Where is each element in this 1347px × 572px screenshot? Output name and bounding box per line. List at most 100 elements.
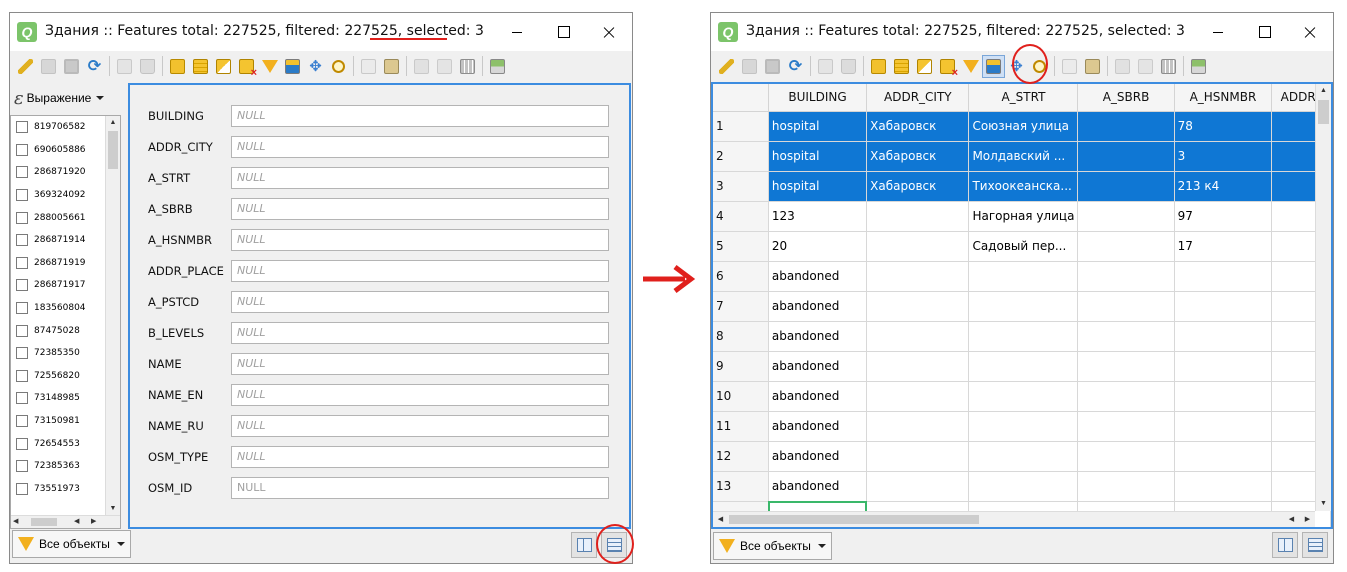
field-input[interactable]: NULL — [231, 384, 609, 406]
show-all-features-button[interactable]: Все объекты — [713, 532, 832, 560]
feature-list-item[interactable]: 72654553 — [11, 432, 120, 455]
table-row[interactable]: 2 hospital Хабаровск Молдавский ... 3 — [713, 141, 1331, 172]
field-input[interactable]: NULL — [231, 291, 609, 313]
table-cell[interactable] — [1174, 441, 1273, 472]
scroll-up-icon[interactable]: ▲ — [1316, 84, 1331, 98]
table-cell[interactable] — [866, 471, 970, 502]
paste-icon[interactable] — [1081, 55, 1104, 78]
row-number[interactable]: 7 — [713, 291, 769, 322]
new-field-icon[interactable] — [410, 55, 433, 78]
attribute-table-grid[interactable]: BUILDING ADDR_CITY A_STRT A_SBRB A_HSNMBR ADD… — [713, 84, 1331, 527]
table-cell[interactable] — [866, 321, 970, 352]
table-cell[interactable]: Хабаровск — [866, 111, 970, 142]
move-selection-top-icon[interactable] — [982, 54, 1005, 78]
field-input[interactable]: NULL — [231, 322, 609, 344]
table-cell[interactable] — [1174, 321, 1273, 352]
table-view-button[interactable] — [1302, 532, 1328, 558]
delete-field-icon[interactable] — [433, 55, 456, 78]
feature-checkbox[interactable] — [16, 234, 28, 247]
table-cell[interactable] — [1174, 291, 1273, 322]
table-cell[interactable] — [968, 441, 1079, 472]
feature-list-item[interactable]: 286871919 — [11, 252, 120, 275]
field-calculator-icon[interactable] — [456, 55, 479, 78]
pencil-icon[interactable] — [14, 55, 37, 78]
deselect-icon[interactable] — [235, 55, 258, 79]
delete-feature-icon[interactable] — [837, 55, 860, 78]
filter-icon[interactable] — [959, 55, 982, 78]
field-input[interactable]: NULL — [231, 477, 609, 499]
scroll-left-icon[interactable]: ◀ — [713, 512, 728, 527]
table-cell[interactable] — [1077, 261, 1175, 292]
vertical-scrollbar[interactable]: ▲ ▼ — [1315, 84, 1331, 511]
show-all-features-button[interactable]: Все объекты — [12, 530, 131, 558]
select-all-icon[interactable] — [890, 55, 913, 78]
table-cell[interactable] — [1077, 171, 1175, 202]
table-cell[interactable] — [866, 381, 970, 412]
feature-checkbox[interactable] — [16, 143, 28, 156]
feature-checkbox[interactable] — [16, 415, 28, 428]
feature-checkbox[interactable] — [16, 256, 28, 269]
feature-list-item[interactable]: 288005661 — [11, 206, 120, 229]
table-cell[interactable]: abandoned — [768, 351, 868, 382]
feature-checkbox[interactable] — [16, 437, 28, 450]
maximize-icon[interactable] — [540, 13, 586, 51]
column-header[interactable]: A_STRT — [968, 84, 1079, 112]
scroll-thumb[interactable] — [108, 131, 118, 169]
table-cell[interactable]: hospital — [768, 111, 868, 142]
feature-list-item[interactable]: 73150981 — [11, 410, 120, 433]
select-by-expression-icon[interactable] — [867, 55, 890, 78]
column-header[interactable]: ADDR_CITY — [866, 84, 970, 112]
table-cell[interactable]: 213 к4 — [1174, 171, 1273, 202]
table-cell[interactable]: hospital — [768, 141, 868, 172]
field-input[interactable]: NULL — [231, 353, 609, 375]
move-selection-top-icon[interactable] — [281, 55, 304, 78]
table-cell[interactable] — [968, 411, 1079, 442]
feature-checkbox[interactable] — [16, 189, 28, 202]
feature-list-item[interactable]: 369324092 — [11, 184, 120, 207]
maximize-icon[interactable] — [1241, 13, 1287, 51]
scroll-thumb[interactable] — [31, 518, 57, 526]
table-cell[interactable]: Тихоокеанска... — [968, 171, 1079, 202]
form-view-button[interactable] — [571, 532, 597, 558]
table-cell[interactable]: Хабаровск — [866, 171, 970, 202]
table-cell[interactable] — [1077, 141, 1175, 172]
table-cell[interactable] — [968, 261, 1079, 292]
delete-feature-icon[interactable] — [136, 55, 159, 78]
column-header[interactable]: BUILDING — [768, 84, 868, 112]
table-cell[interactable]: abandoned — [768, 441, 868, 472]
row-number[interactable]: 12 — [713, 441, 769, 472]
row-header-corner[interactable] — [713, 84, 769, 112]
scroll-left-icon[interactable]: ◀ — [1284, 512, 1299, 527]
scroll-right-icon[interactable]: ▶ — [91, 517, 96, 525]
table-cell[interactable]: hospital — [768, 171, 868, 202]
table-cell[interactable] — [1077, 441, 1175, 472]
table-row[interactable]: 9 abandoned — [713, 351, 1331, 382]
row-number[interactable]: 1 — [713, 111, 769, 142]
row-number[interactable]: 6 — [713, 261, 769, 292]
table-row[interactable]: 8 abandoned — [713, 321, 1331, 352]
feature-list-item[interactable]: 286871917 — [11, 274, 120, 297]
field-input[interactable]: NULL — [231, 167, 609, 189]
minimize-icon[interactable] — [494, 13, 540, 51]
feature-list-item[interactable]: 73148985 — [11, 387, 120, 410]
field-input[interactable]: NULL — [231, 415, 609, 437]
feature-checkbox[interactable] — [16, 166, 28, 179]
field-input[interactable]: NULL — [231, 446, 609, 468]
table-cell[interactable]: 17 — [1174, 231, 1273, 262]
feature-checkbox[interactable] — [16, 324, 28, 337]
table-cell[interactable] — [1077, 411, 1175, 442]
deselect-icon[interactable] — [936, 55, 959, 79]
table-row[interactable]: 4 123 Нагорная улица 97 — [713, 201, 1331, 232]
close-icon[interactable] — [1287, 13, 1333, 51]
table-cell[interactable] — [968, 381, 1079, 412]
feature-list-item[interactable]: 72556820 — [11, 365, 120, 388]
feature-checkbox[interactable] — [16, 392, 28, 405]
table-cell[interactable]: Союзная улица — [968, 111, 1079, 142]
feature-checkbox[interactable] — [16, 347, 28, 360]
table-cell[interactable] — [1077, 471, 1175, 502]
refresh-icon[interactable]: ⟳ — [784, 55, 807, 78]
add-feature-icon[interactable] — [113, 55, 136, 78]
table-row[interactable]: 11 abandoned — [713, 411, 1331, 442]
pencil-icon[interactable] — [715, 55, 738, 78]
conditional-formatting-icon[interactable] — [1187, 55, 1210, 78]
